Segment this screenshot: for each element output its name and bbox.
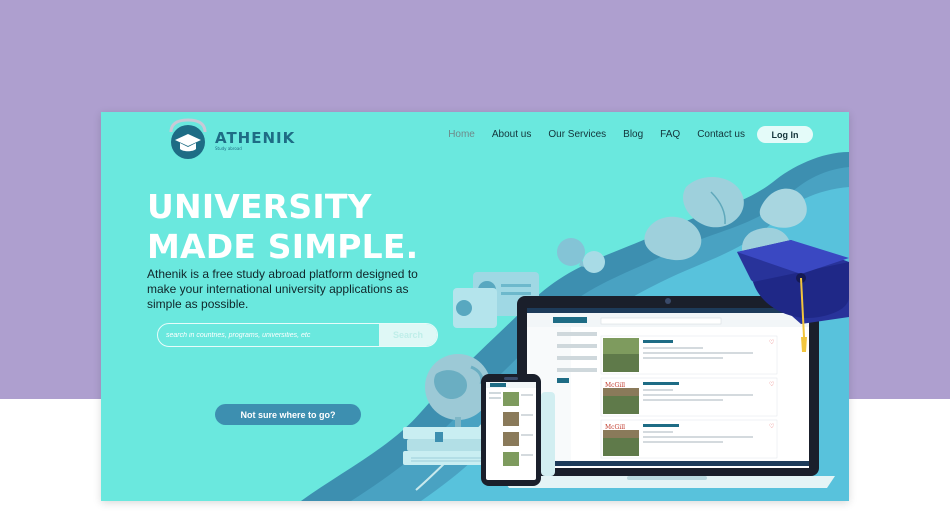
main-navigation: Home About us Our Services Blog FAQ Cont…: [431, 126, 813, 143]
logo[interactable]: ATHENIK Study abroad: [163, 118, 295, 162]
search-button[interactable]: Search: [379, 324, 437, 346]
nav-home[interactable]: Home: [448, 129, 475, 140]
svg-text:♡: ♡: [769, 339, 774, 346]
svg-text:McGill: McGill: [605, 424, 625, 431]
nav-blog[interactable]: Blog: [623, 129, 643, 140]
nav-about-us[interactable]: About us: [492, 129, 531, 140]
search-bar: Search: [157, 323, 438, 347]
graduation-cap-logo-icon: [169, 118, 207, 159]
login-button[interactable]: Log In: [757, 126, 813, 143]
svg-text:McGill: McGill: [605, 382, 625, 389]
search-input[interactable]: [158, 324, 379, 346]
website-screenshot: ♡ McGill ♡ McGill ♡ ATHENIK Study abroad…: [101, 112, 849, 501]
not-sure-where-to-go-button[interactable]: Not sure where to go?: [215, 404, 361, 425]
svg-text:♡: ♡: [769, 381, 774, 388]
brand-tagline: Study abroad: [215, 146, 242, 151]
hero-title-line2: MADE SIMPLE.: [147, 227, 419, 266]
hero-subtitle: Athenik is a free study abroad platform …: [147, 267, 418, 311]
svg-text:♡: ♡: [769, 423, 774, 430]
brand-name: ATHENIK: [215, 129, 296, 147]
nav-faq[interactable]: FAQ: [660, 129, 680, 140]
nav-our-services[interactable]: Our Services: [548, 129, 606, 140]
hero-title: UNIVERSITY MADE SIMPLE.: [147, 187, 418, 267]
nav-contact-us[interactable]: Contact us: [697, 129, 745, 140]
hero-title-line1: UNIVERSITY: [147, 187, 372, 226]
